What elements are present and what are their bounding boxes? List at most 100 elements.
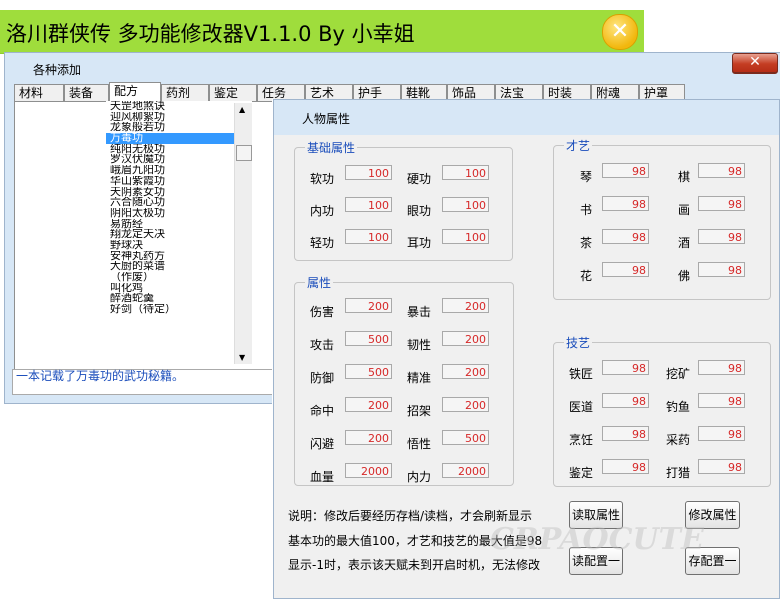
value-field[interactable]: 200 bbox=[442, 298, 489, 313]
value-field[interactable]: 2000 bbox=[442, 463, 489, 478]
window-title: 各种添加 bbox=[33, 63, 82, 77]
field-label: 硬功 bbox=[407, 172, 432, 186]
field-label: 铁匠 bbox=[569, 367, 594, 381]
value-field[interactable]: 98 bbox=[698, 360, 745, 375]
note-line: 显示-1时，表示该天赋未到开启时机，无法修改 bbox=[288, 558, 540, 572]
value-field[interactable]: 500 bbox=[345, 364, 392, 379]
field-label: 内功 bbox=[310, 204, 335, 218]
list-item[interactable]: 野球决 bbox=[106, 240, 252, 251]
value-field[interactable]: 200 bbox=[345, 430, 392, 445]
value-field[interactable]: 98 bbox=[698, 196, 745, 211]
app-title: 洛川群侠传 多功能修改器V1.1.0 By 小幸姐 bbox=[6, 22, 415, 46]
list-item[interactable]: 峨眉九阳功 bbox=[106, 165, 252, 176]
item-description: 一本记载了万毒功的武功秘籍。 bbox=[12, 369, 278, 395]
field-label: 韧性 bbox=[407, 338, 432, 352]
tab-4[interactable]: 鉴定 bbox=[209, 84, 257, 101]
window-header: 人物属性 bbox=[274, 100, 779, 135]
list-item[interactable]: 天阴素女功 bbox=[106, 187, 252, 198]
attributes-group: 属性 伤害 200 暴击 200 攻击 500 韧性 200 防御 500 精准 200 命中 200 招架… bbox=[294, 274, 514, 486]
field-label: 琴 bbox=[580, 170, 593, 184]
list-item[interactable]: 叫化鸡 bbox=[106, 283, 252, 294]
talent-group: 才艺 琴 98 棋 98 书 98 画 98 茶 98 酒 98 花 98 佛 98 bbox=[553, 137, 771, 300]
field-label: 闪避 bbox=[310, 437, 335, 451]
value-field[interactable]: 98 bbox=[698, 262, 745, 277]
value-field[interactable]: 200 bbox=[442, 397, 489, 412]
value-field[interactable]: 98 bbox=[602, 393, 649, 408]
group-title: 技艺 bbox=[564, 334, 593, 351]
list-item[interactable]: 安神丸药方 bbox=[106, 251, 252, 262]
list-item[interactable]: 阴阳太极功 bbox=[106, 208, 252, 219]
field-label: 内力 bbox=[407, 470, 432, 484]
list-item[interactable]: （作废） bbox=[106, 272, 252, 283]
tab-2[interactable]: 配方 bbox=[109, 82, 161, 102]
list-item[interactable]: 易筋经 bbox=[106, 219, 252, 230]
scroll-thumb[interactable] bbox=[236, 145, 252, 161]
tab-3[interactable]: 药剂 bbox=[161, 84, 209, 101]
list-item[interactable]: 纯阳无极功 bbox=[106, 144, 252, 155]
field-label: 悟性 bbox=[407, 437, 432, 451]
value-field[interactable]: 98 bbox=[698, 393, 745, 408]
recipe-list[interactable]: 天罡地煞诀 迎风柳絮功 龙象般若功 万毒功 纯阳无极功 罗汉伏魔功 峨眉九阳功 华山紫霞功 天阴… bbox=[106, 101, 252, 364]
scroll-down-icon[interactable]: ▼ bbox=[239, 353, 245, 362]
list-item[interactable]: 六合随心功 bbox=[106, 197, 252, 208]
field-label: 伤害 bbox=[310, 305, 335, 319]
scroll-up-icon[interactable]: ▲ bbox=[239, 105, 245, 114]
value-field[interactable]: 100 bbox=[442, 197, 489, 212]
value-field[interactable]: 2000 bbox=[345, 463, 392, 478]
list-scrollbar[interactable]: ▲ ▼ bbox=[234, 103, 252, 364]
value-field[interactable]: 98 bbox=[602, 262, 649, 277]
value-field[interactable]: 100 bbox=[442, 165, 489, 180]
value-field[interactable]: 200 bbox=[345, 397, 392, 412]
value-field[interactable]: 200 bbox=[442, 331, 489, 346]
value-field[interactable]: 98 bbox=[602, 459, 649, 474]
value-field[interactable]: 500 bbox=[442, 430, 489, 445]
skill-group: 技艺 铁匠 98 挖矿 98 医道 98 钓鱼 98 烹饪 98 采药 98 鉴定 98 打猎 98 bbox=[553, 334, 771, 487]
field-label: 烹饪 bbox=[569, 433, 594, 447]
field-label: 耳功 bbox=[407, 236, 432, 250]
field-label: 血量 bbox=[310, 470, 335, 484]
close-button[interactable]: ✕ bbox=[732, 53, 778, 73]
value-field[interactable]: 98 bbox=[698, 229, 745, 244]
field-label: 画 bbox=[678, 203, 691, 217]
field-label: 招架 bbox=[407, 404, 432, 418]
list-item[interactable]: 翔龙定天决 bbox=[106, 229, 252, 240]
group-title: 属性 bbox=[305, 274, 334, 291]
value-field[interactable]: 100 bbox=[345, 229, 392, 244]
list-item[interactable]: 天罡地煞诀 bbox=[106, 101, 252, 112]
field-label: 钓鱼 bbox=[666, 400, 691, 414]
field-label: 花 bbox=[580, 269, 593, 283]
field-label: 医道 bbox=[569, 400, 594, 414]
list-item[interactable]: 龙象般若功 bbox=[106, 122, 252, 133]
value-field[interactable]: 200 bbox=[442, 364, 489, 379]
value-field[interactable]: 98 bbox=[602, 426, 649, 441]
app-title-bar: 洛川群侠传 多功能修改器V1.1.0 By 小幸姐 ✕ bbox=[0, 10, 644, 54]
value-field[interactable]: 98 bbox=[698, 426, 745, 441]
field-label: 暴击 bbox=[407, 305, 432, 319]
value-field[interactable]: 98 bbox=[602, 163, 649, 178]
value-field[interactable]: 98 bbox=[602, 196, 649, 211]
field-label: 命中 bbox=[310, 404, 335, 418]
group-title: 基础属性 bbox=[305, 139, 358, 156]
tab-1[interactable]: 装备 bbox=[64, 84, 109, 101]
value-field[interactable]: 100 bbox=[345, 197, 392, 212]
value-field[interactable]: 98 bbox=[602, 360, 649, 375]
close-icon[interactable]: ✕ bbox=[602, 14, 638, 50]
value-field[interactable]: 500 bbox=[345, 331, 392, 346]
list-item[interactable]: 迎风柳絮功 bbox=[106, 112, 252, 123]
value-field[interactable]: 100 bbox=[442, 229, 489, 244]
list-item[interactable]: 好剑（待定） bbox=[106, 304, 252, 315]
field-label: 挖矿 bbox=[666, 367, 691, 381]
list-item[interactable]: 华山紫霞功 bbox=[106, 176, 252, 187]
list-item[interactable]: 大厨的菜谱 bbox=[106, 261, 252, 272]
value-field[interactable]: 98 bbox=[698, 163, 745, 178]
list-item[interactable]: 罗汉伏魔功 bbox=[106, 154, 252, 165]
value-field[interactable]: 100 bbox=[345, 165, 392, 180]
value-field[interactable]: 200 bbox=[345, 298, 392, 313]
list-item[interactable]: 万毒功 bbox=[106, 133, 252, 144]
field-label: 茶 bbox=[580, 236, 593, 250]
value-field[interactable]: 98 bbox=[602, 229, 649, 244]
value-field[interactable]: 98 bbox=[698, 459, 745, 474]
tab-0[interactable]: 材料 bbox=[14, 84, 64, 101]
field-label: 酒 bbox=[678, 236, 691, 250]
list-item[interactable]: 醉酒蛇羹 bbox=[106, 293, 252, 304]
